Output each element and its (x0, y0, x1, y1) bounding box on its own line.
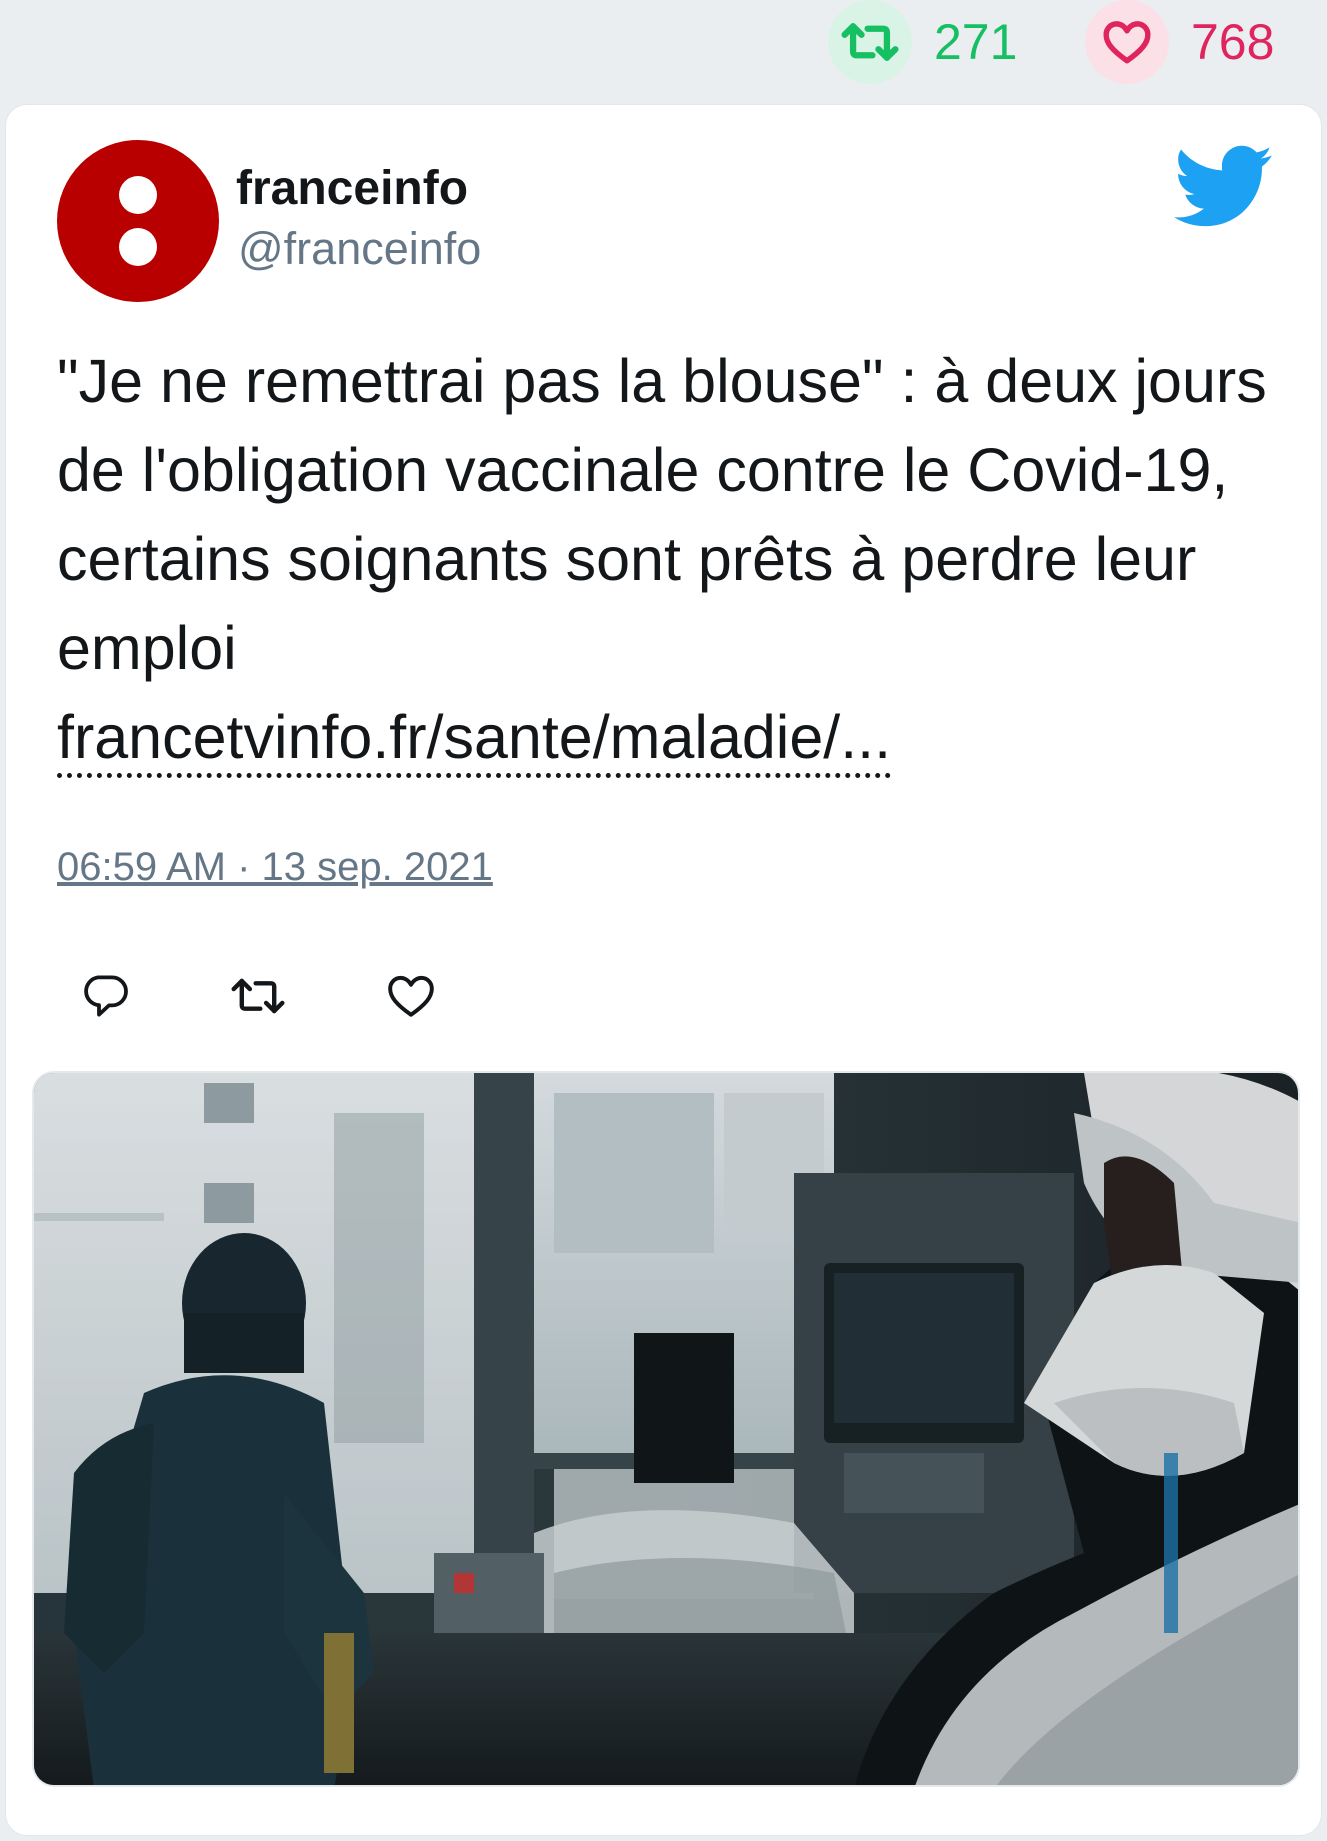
like-stat-heart-icon (1085, 0, 1169, 84)
tweet-timestamp[interactable]: 06:59 AM · 13 sep. 2021 (57, 845, 493, 890)
avatar-logo-dot (119, 176, 157, 214)
retweet-stat[interactable]: 271 (828, 0, 1017, 84)
tweet-text: "Je ne remettrai pas la blouse" : à deux… (57, 337, 1297, 782)
reply-icon (84, 975, 128, 1017)
tweet-link[interactable]: francetvinfo.fr/sante/maladie/... (57, 701, 892, 778)
heart-icon (388, 975, 434, 1017)
like-stat[interactable]: 768 (1085, 0, 1274, 84)
twitter-bird-icon[interactable] (1174, 145, 1274, 229)
hospital-scene-image (34, 1073, 1298, 1785)
reply-button[interactable] (76, 966, 136, 1026)
retweet-icon (231, 978, 285, 1014)
like-button[interactable] (381, 966, 441, 1026)
tweet-body: "Je ne remettrai pas la blouse" : à deux… (57, 347, 1267, 682)
retweet-button[interactable] (228, 966, 288, 1026)
like-count: 768 (1191, 14, 1275, 70)
author-handle[interactable]: @franceinfo (238, 223, 481, 275)
retweet-stat-icon (828, 0, 912, 84)
tweet-card: franceinfo @franceinfo "Je ne remettrai … (5, 104, 1322, 1836)
author-display-name[interactable]: franceinfo (236, 161, 468, 216)
avatar-logo-dot (119, 228, 157, 266)
engagement-stats: 271 768 (0, 0, 1327, 88)
retweet-count: 271 (934, 14, 1018, 70)
tweet-media-photo[interactable] (32, 1071, 1300, 1787)
avatar[interactable] (57, 140, 219, 302)
